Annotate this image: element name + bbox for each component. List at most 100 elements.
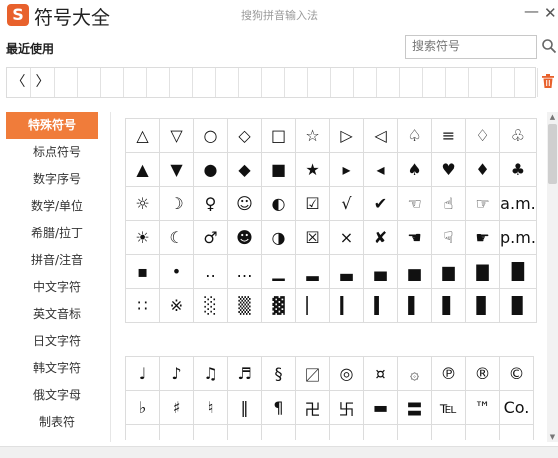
symbol-cell[interactable]: ◆: [227, 152, 262, 187]
recent-slot[interactable]: [101, 68, 124, 97]
recent-slot[interactable]: [124, 68, 147, 97]
sidebar-item-punctuation[interactable]: 标点符号: [6, 139, 108, 166]
symbol-cell[interactable]: [193, 424, 228, 440]
symbol-cell[interactable]: 卍: [295, 390, 330, 425]
symbol-cell[interactable]: ◇: [227, 118, 262, 153]
symbol-cell[interactable]: ▬: [363, 390, 398, 425]
symbol-cell[interactable]: ☚: [397, 220, 432, 255]
symbol-cell[interactable]: ☒: [295, 220, 330, 255]
symbol-cell[interactable]: p.m.: [499, 220, 537, 255]
symbol-cell[interactable]: ◑: [261, 220, 296, 255]
symbol-cell[interactable]: ¤: [363, 356, 398, 391]
symbol-cell[interactable]: ▷: [329, 118, 364, 153]
recent-slot[interactable]: [78, 68, 101, 97]
sidebar-item-numbering[interactable]: 数字序号: [6, 166, 108, 193]
symbol-cell[interactable]: ‖: [227, 390, 262, 425]
scroll-thumb[interactable]: [548, 124, 557, 184]
recent-slot[interactable]: [446, 68, 469, 97]
symbol-cell[interactable]: [397, 424, 432, 440]
symbol-cell[interactable]: ▸: [329, 152, 364, 187]
symbol-cell[interactable]: [159, 424, 194, 440]
symbol-cell[interactable]: ℗: [431, 356, 466, 391]
symbol-cell[interactable]: ♥: [431, 152, 466, 187]
symbol-cell[interactable]: ™: [465, 390, 500, 425]
symbol-cell[interactable]: ♣: [499, 152, 537, 187]
symbol-cell[interactable]: ¶: [261, 390, 296, 425]
recent-slot[interactable]: [147, 68, 170, 97]
recent-slot[interactable]: [331, 68, 354, 97]
symbol-cell[interactable]: ☽: [159, 186, 194, 221]
symbol-cell[interactable]: ▎: [329, 288, 364, 323]
sidebar-item-special-symbols[interactable]: 特殊符号: [6, 112, 98, 139]
symbol-cell[interactable]: ▍: [363, 288, 398, 323]
symbol-cell[interactable]: □: [261, 118, 296, 153]
symbol-cell[interactable]: ×: [329, 220, 364, 255]
symbol-cell[interactable]: ♭: [125, 390, 160, 425]
symbol-cell[interactable]: ▁: [261, 254, 296, 289]
symbol-cell[interactable]: ☾: [159, 220, 194, 255]
sidebar-item-korean-chars[interactable]: 韩文字符: [6, 355, 108, 382]
symbol-cell[interactable]: ▓: [261, 288, 296, 323]
symbol-cell[interactable]: ☟: [431, 220, 466, 255]
recent-prev-button[interactable]: 〈: [7, 68, 31, 97]
symbol-cell[interactable]: ◎: [329, 356, 364, 391]
symbol-cell[interactable]: ■: [261, 152, 296, 187]
symbol-cell[interactable]: ▇: [465, 254, 500, 289]
symbol-cell[interactable]: ✘: [363, 220, 398, 255]
recent-slot[interactable]: [354, 68, 377, 97]
sidebar-item-japanese-chars[interactable]: 日文字符: [6, 328, 108, 355]
symbol-cell[interactable]: 〓: [397, 390, 432, 425]
symbol-cell[interactable]: ☺: [227, 186, 262, 221]
symbol-cell[interactable]: ▄: [363, 254, 398, 289]
recent-slot[interactable]: [423, 68, 446, 97]
symbol-cell[interactable]: ▅: [397, 254, 432, 289]
recent-slot[interactable]: [400, 68, 423, 97]
symbol-cell[interactable]: [125, 424, 160, 440]
symbol-cell[interactable]: …: [227, 254, 262, 289]
recent-slot[interactable]: [239, 68, 262, 97]
symbol-cell[interactable]: ▆: [431, 254, 466, 289]
symbol-cell[interactable]: ≡: [431, 118, 466, 153]
recent-slot[interactable]: [469, 68, 492, 97]
sidebar-item-math-units[interactable]: 数学/单位: [6, 193, 108, 220]
symbol-cell[interactable]: ☑: [295, 186, 330, 221]
symbol-cell[interactable]: ☀: [125, 220, 160, 255]
symbol-cell[interactable]: ▂: [295, 254, 330, 289]
symbol-cell[interactable]: ◐: [261, 186, 296, 221]
symbol-cell[interactable]: ♂: [193, 220, 228, 255]
symbol-cell[interactable]: ♪: [159, 356, 194, 391]
symbol-cell[interactable]: ▌: [397, 288, 432, 323]
symbol-cell[interactable]: ♀: [193, 186, 228, 221]
symbol-cell[interactable]: ☞: [465, 186, 500, 221]
symbol-cell[interactable]: ♠: [397, 152, 432, 187]
symbol-cell[interactable]: 〼: [295, 356, 330, 391]
recent-slot[interactable]: [308, 68, 331, 97]
symbol-cell[interactable]: ♤: [397, 118, 432, 153]
symbol-cell[interactable]: ℡: [431, 390, 466, 425]
symbol-cell[interactable]: ▲: [125, 152, 160, 187]
search-field[interactable]: [405, 35, 537, 59]
sidebar-item-pinyin-zhuyin[interactable]: 拼音/注音: [6, 247, 108, 274]
sidebar-item-box-drawing[interactable]: 制表符: [6, 409, 108, 436]
symbol-cell[interactable]: ♢: [465, 118, 500, 153]
symbol-cell[interactable]: ◁: [363, 118, 398, 153]
recent-slot[interactable]: [262, 68, 285, 97]
symbol-cell[interactable]: §: [261, 356, 296, 391]
recent-slot[interactable]: [377, 68, 400, 97]
symbol-cell[interactable]: ▪: [125, 254, 160, 289]
close-button[interactable]: ✕: [544, 4, 557, 22]
symbol-cell[interactable]: █: [499, 254, 537, 289]
sidebar-item-english-phonetic[interactable]: 英文音标: [6, 301, 108, 328]
symbol-cell[interactable]: ♫: [193, 356, 228, 391]
symbol-cell[interactable]: ♧: [499, 118, 537, 153]
symbol-cell[interactable]: √: [329, 186, 364, 221]
symbol-cell[interactable]: ♮: [193, 390, 228, 425]
recent-slot[interactable]: [55, 68, 78, 97]
symbol-cell[interactable]: △: [125, 118, 160, 153]
symbol-cell[interactable]: ▉: [499, 288, 537, 323]
symbol-cell[interactable]: ▒: [227, 288, 262, 323]
scroll-up-icon[interactable]: ▲: [547, 112, 558, 122]
symbol-cell[interactable]: ░: [193, 288, 228, 323]
symbol-cell[interactable]: [295, 424, 330, 440]
symbol-cell[interactable]: ✔: [363, 186, 398, 221]
